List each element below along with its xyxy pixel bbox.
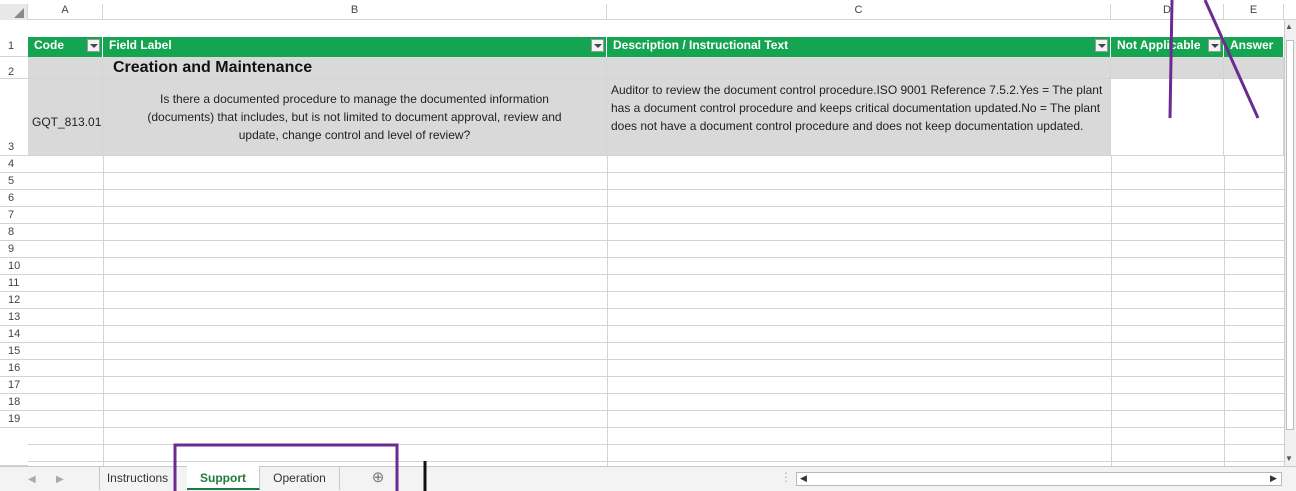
filter-dropdown-icon[interactable]: [1208, 39, 1221, 52]
scroll-left-icon[interactable]: ◀: [800, 473, 807, 484]
row-header[interactable]: 9: [0, 241, 28, 258]
tab-operation[interactable]: Operation: [260, 466, 340, 490]
header-cell-answer[interactable]: Answer: [1224, 37, 1284, 57]
cell-c2[interactable]: [607, 57, 1111, 79]
row-header[interactable]: 6: [0, 190, 28, 207]
header-cell-field-label[interactable]: Field Label: [103, 37, 607, 57]
row-header[interactable]: 5: [0, 173, 28, 190]
header-field-label-label: Field Label: [109, 38, 172, 52]
record-field-label-text: Is there a documented procedure to manag…: [147, 92, 562, 142]
row-header[interactable]: 2: [0, 57, 28, 79]
grid-lines: [28, 156, 1284, 466]
select-all-triangle-icon: [14, 8, 24, 18]
horizontal-scrollbar[interactable]: [796, 472, 1282, 486]
record-description-cell[interactable]: Auditor to review the document control p…: [607, 79, 1111, 156]
split-handle-icon[interactable]: ⋮: [780, 470, 792, 484]
prev-sheet-icon[interactable]: ◀: [28, 474, 36, 485]
cell-d2[interactable]: [1111, 57, 1224, 79]
next-sheet-icon[interactable]: ▶: [56, 474, 64, 485]
header-answer-label: Answer: [1230, 38, 1274, 52]
row-header[interactable]: 12: [0, 292, 28, 309]
row-header[interactable]: 8: [0, 224, 28, 241]
filter-dropdown-icon[interactable]: [87, 39, 100, 52]
row-header-filler: [0, 428, 28, 466]
add-sheet-icon[interactable]: ⊕: [360, 466, 396, 490]
row-header[interactable]: 15: [0, 343, 28, 360]
header-code-label: Code: [34, 38, 64, 52]
record-not-applicable-cell[interactable]: [1111, 79, 1224, 156]
header-cell-code[interactable]: Code: [28, 37, 103, 57]
cell-e2[interactable]: [1224, 57, 1284, 79]
row-header[interactable]: 11: [0, 275, 28, 292]
column-header-e[interactable]: E: [1224, 4, 1284, 20]
header-not-applicable-label: Not Applicable: [1117, 38, 1201, 52]
row-header[interactable]: 18: [0, 394, 28, 411]
column-header-a[interactable]: A: [28, 4, 103, 20]
header-cell-not-applicable[interactable]: Not Applicable: [1111, 37, 1224, 57]
row-header[interactable]: 14: [0, 326, 28, 343]
header-description-label: Description / Instructional Text: [613, 38, 789, 52]
column-header-c[interactable]: C: [607, 4, 1111, 20]
filter-dropdown-icon[interactable]: [591, 39, 604, 52]
row-header[interactable]: 1: [0, 37, 28, 57]
row-header[interactable]: 10: [0, 258, 28, 275]
row-header[interactable]: 7: [0, 207, 28, 224]
row-header[interactable]: 4: [0, 156, 28, 173]
column-header-d[interactable]: D: [1111, 4, 1224, 20]
vertical-scroll-thumb[interactable]: [1286, 40, 1294, 430]
empty-grid-area[interactable]: [28, 156, 1284, 466]
section-title-cell[interactable]: Creation and Maintenance: [103, 57, 607, 79]
row-header[interactable]: 3: [0, 79, 28, 156]
record-field-label-cell[interactable]: Is there a documented procedure to manag…: [103, 79, 607, 156]
record-code-cell[interactable]: GQT_813.01: [28, 79, 103, 156]
scroll-down-icon[interactable]: ▼: [1285, 454, 1293, 463]
filter-dropdown-icon[interactable]: [1095, 39, 1108, 52]
row-header[interactable]: 19: [0, 411, 28, 428]
header-cell-description[interactable]: Description / Instructional Text: [607, 37, 1111, 57]
tab-support[interactable]: Support: [187, 466, 260, 490]
column-header-b[interactable]: B: [103, 4, 607, 20]
row-header[interactable]: 16: [0, 360, 28, 377]
tab-instructions[interactable]: Instructions: [99, 466, 176, 490]
row-header[interactable]: 13: [0, 309, 28, 326]
scroll-right-icon[interactable]: ▶: [1270, 473, 1277, 484]
record-answer-cell[interactable]: [1224, 79, 1284, 156]
row-header[interactable]: 17: [0, 377, 28, 394]
cell-a2[interactable]: [28, 57, 103, 79]
scroll-up-icon[interactable]: ▲: [1285, 22, 1293, 31]
